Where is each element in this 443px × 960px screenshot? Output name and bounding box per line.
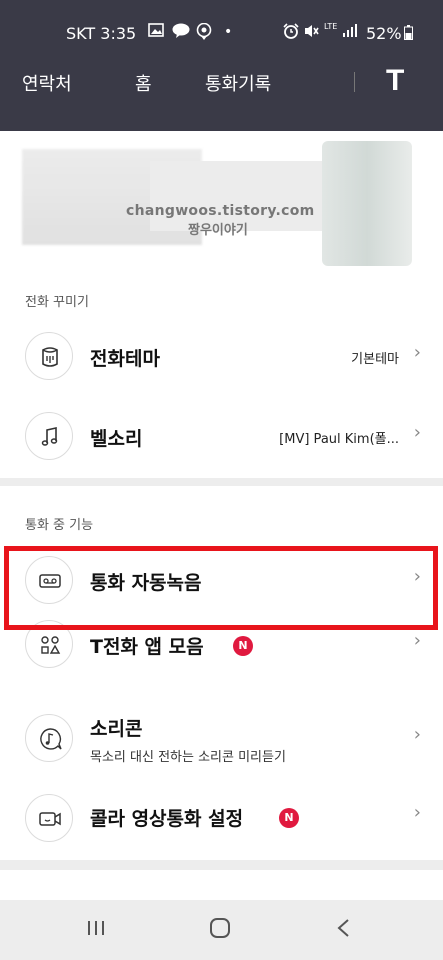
- carrier-time: SKT 3:35: [66, 24, 137, 43]
- new-badge: N: [279, 808, 299, 828]
- row-call-theme[interactable]: 전화테마 기본테마 ›: [0, 316, 443, 396]
- nav-divider: [354, 72, 355, 92]
- new-badge: N: [233, 636, 253, 656]
- t-logo-button[interactable]: T: [386, 64, 404, 98]
- image-icon: [148, 23, 164, 41]
- row-t-app-collection[interactable]: T전화 앱 모음 N ›: [0, 620, 443, 700]
- lte-label: LTE: [324, 22, 338, 31]
- recent-apps-icon[interactable]: [86, 918, 106, 942]
- row-label-colla-video-call: 콜라 영상통화 설정: [90, 808, 244, 830]
- music-note-icon: [25, 412, 73, 460]
- location-icon: [196, 22, 212, 44]
- section-title-decorate: 전화 꾸미기: [25, 295, 89, 310]
- tab-call-log[interactable]: 통화기록: [205, 70, 271, 96]
- profile-card[interactable]: changwoos.tistory.com 짱우이야기: [0, 131, 443, 278]
- section-title-in-call: 통화 중 기능: [25, 518, 94, 533]
- alarm-icon: [283, 23, 299, 43]
- highlight-box: [4, 546, 438, 630]
- chevron-right-icon: ›: [413, 342, 421, 363]
- row-label-call-theme: 전화테마: [90, 348, 160, 370]
- chevron-right-icon: ›: [413, 422, 421, 443]
- home-icon[interactable]: [209, 918, 231, 942]
- row-colla-video-call[interactable]: 콜라 영상통화 설정 N ›: [0, 780, 443, 860]
- chevron-right-icon: ›: [413, 802, 421, 823]
- system-nav-bar: [0, 900, 443, 960]
- row-soricon[interactable]: 소리콘 목소리 대신 전하는 소리콘 미리듣기 ›: [0, 700, 443, 780]
- music-chat-icon: [25, 714, 73, 762]
- top-header: SKT 3:35 • LTE 52% 연락처 홈 통화기록 T: [0, 0, 443, 131]
- chevron-right-icon: ›: [413, 630, 421, 651]
- dot-icon: •: [224, 24, 233, 40]
- row-sub-soricon: 목소리 대신 전하는 소리콘 미리듣기: [90, 750, 286, 765]
- battery-icon: [404, 25, 413, 44]
- theme-bucket-icon: [25, 332, 73, 380]
- section-in-call: 통화 중 기능 통화 자동녹음 › T전화 앱 모음 N › 소리콘 목소리 대…: [0, 486, 443, 860]
- battery-percent: 52%: [366, 24, 402, 43]
- back-icon[interactable]: [336, 918, 350, 942]
- tab-contacts[interactable]: 연락처: [22, 70, 72, 96]
- row-label-ringtone: 벨소리: [90, 428, 143, 450]
- watermark-name: 짱우이야기: [188, 223, 248, 238]
- talk-icon: [172, 23, 190, 42]
- tab-home[interactable]: 홈: [135, 70, 152, 96]
- row-ringtone[interactable]: 벨소리 [MV] Paul Kim(폴... ›: [0, 396, 443, 476]
- row-value-ringtone: [MV] Paul Kim(폴...: [279, 432, 399, 447]
- section-decorate: 전화 꾸미기 전화테마 기본테마 › 벨소리 [MV] Paul Kim(폴..…: [0, 278, 443, 478]
- blurred-profile-image: [322, 141, 412, 266]
- status-bar: SKT 3:35 • LTE 52%: [0, 0, 443, 62]
- top-nav: 연락처 홈 통화기록 T: [0, 62, 443, 102]
- mute-icon: [303, 23, 320, 43]
- row-value-call-theme: 기본테마: [351, 352, 399, 367]
- row-label-soricon: 소리콘: [90, 718, 143, 740]
- signal-icon: [342, 23, 358, 42]
- row-label-t-app-collection: T전화 앱 모음: [90, 636, 204, 658]
- chevron-right-icon: ›: [413, 724, 421, 745]
- video-call-icon: [25, 794, 73, 842]
- watermark-url: changwoos.tistory.com: [126, 203, 315, 219]
